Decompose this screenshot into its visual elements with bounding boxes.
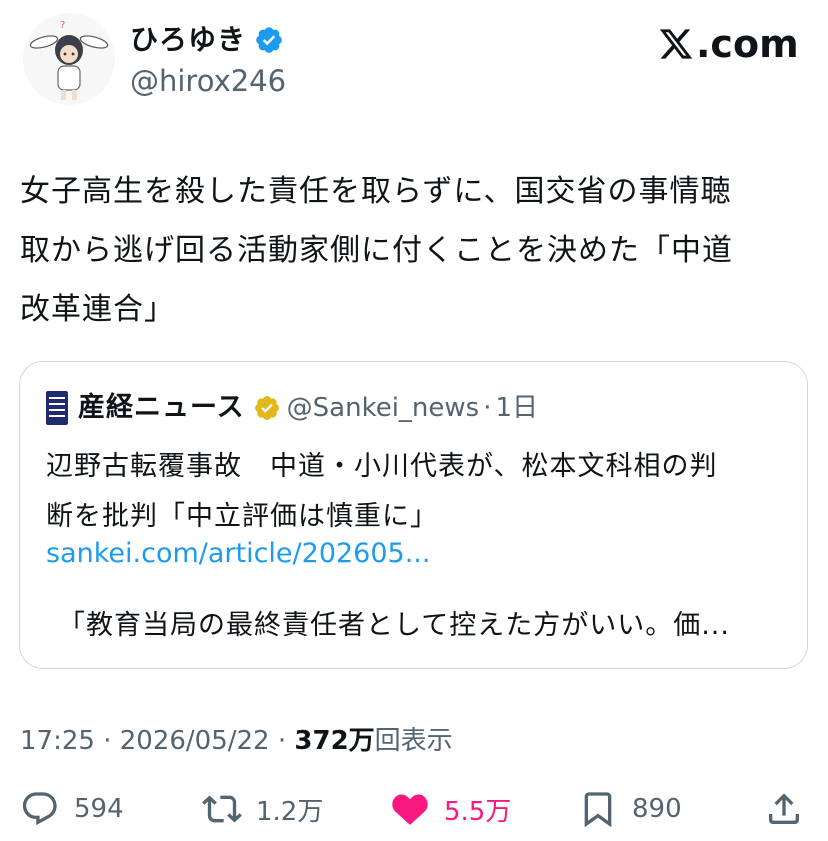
- tweet-date: 2026/05/22: [119, 726, 270, 756]
- x-brand-domain: .com: [696, 22, 799, 66]
- quoted-tweet-card[interactable]: 産経ニュース @Sankei_news · 1日 辺野古転覆事故 中道・小川代表…: [19, 361, 808, 669]
- reply-icon: [22, 792, 57, 826]
- author-handle[interactable]: @hirox246: [130, 62, 286, 100]
- reply-count: 594: [74, 794, 124, 824]
- tweet-meta: 17:25 · 2026/05/22 · 372万回表示: [20, 721, 453, 761]
- reply-button[interactable]: 594: [20, 786, 124, 832]
- svg-text:?: ?: [60, 20, 65, 31]
- x-brand: .com: [658, 22, 799, 66]
- quoted-tweet-link[interactable]: sankei.com/article/202605...: [46, 534, 430, 574]
- bookmark-button[interactable]: 890: [578, 786, 682, 832]
- author-name-row[interactable]: ひろゆき: [130, 22, 284, 58]
- avatar[interactable]: ?: [22, 12, 116, 106]
- share-button[interactable]: [764, 786, 804, 832]
- quoted-tweet-preview: 「教育当局の最終責任者として控えた方がいい。価...: [58, 610, 730, 641]
- view-label: 回表示: [374, 726, 453, 756]
- retweet-button[interactable]: 1.2万: [202, 786, 323, 832]
- bookmark-count: 890: [632, 794, 682, 824]
- tweet-time: 17:25: [20, 726, 95, 756]
- quoted-tweet-text: 辺野古転覆事故 中道・小川代表が、松本文科相の判 断を批判「中立評価は慎重に」: [46, 451, 718, 532]
- meta-separator: ·: [94, 726, 120, 756]
- heart-icon: [392, 794, 428, 825]
- author-display-name[interactable]: ひろゆき: [130, 22, 246, 58]
- retweet-icon: [202, 795, 242, 823]
- tweet-text: 女子高生を殺した責任を取らずに、国交省の事情聴 取から逃げ回る活動家側に付くこと…: [20, 174, 733, 327]
- retweet-count: 1.2万: [256, 796, 324, 827]
- share-icon: [769, 793, 799, 824]
- quoted-time-separator: ·: [483, 393, 492, 423]
- quoted-author-name: 産経ニュース: [78, 392, 245, 423]
- view-count: 372万: [294, 726, 375, 756]
- quoted-author-handle: @Sankei_news: [286, 393, 480, 423]
- quoted-time: 1日: [495, 393, 539, 423]
- like-button[interactable]: 5.5万: [390, 786, 511, 832]
- action-bar: 594 1.2万 5.5万 890: [20, 786, 810, 832]
- quoted-tweet-header: 産経ニュース @Sankei_news · 1日: [46, 390, 538, 426]
- sankei-logo-icon: [46, 391, 68, 425]
- gold-verified-badge-icon: [254, 396, 279, 420]
- avatar-illustration: ?: [23, 13, 115, 105]
- like-count: 5.5万: [444, 796, 512, 827]
- bookmark-icon: [584, 792, 612, 828]
- verified-badge-icon: [256, 27, 282, 53]
- meta-separator: ·: [269, 726, 295, 756]
- x-logo-icon: [659, 29, 693, 59]
